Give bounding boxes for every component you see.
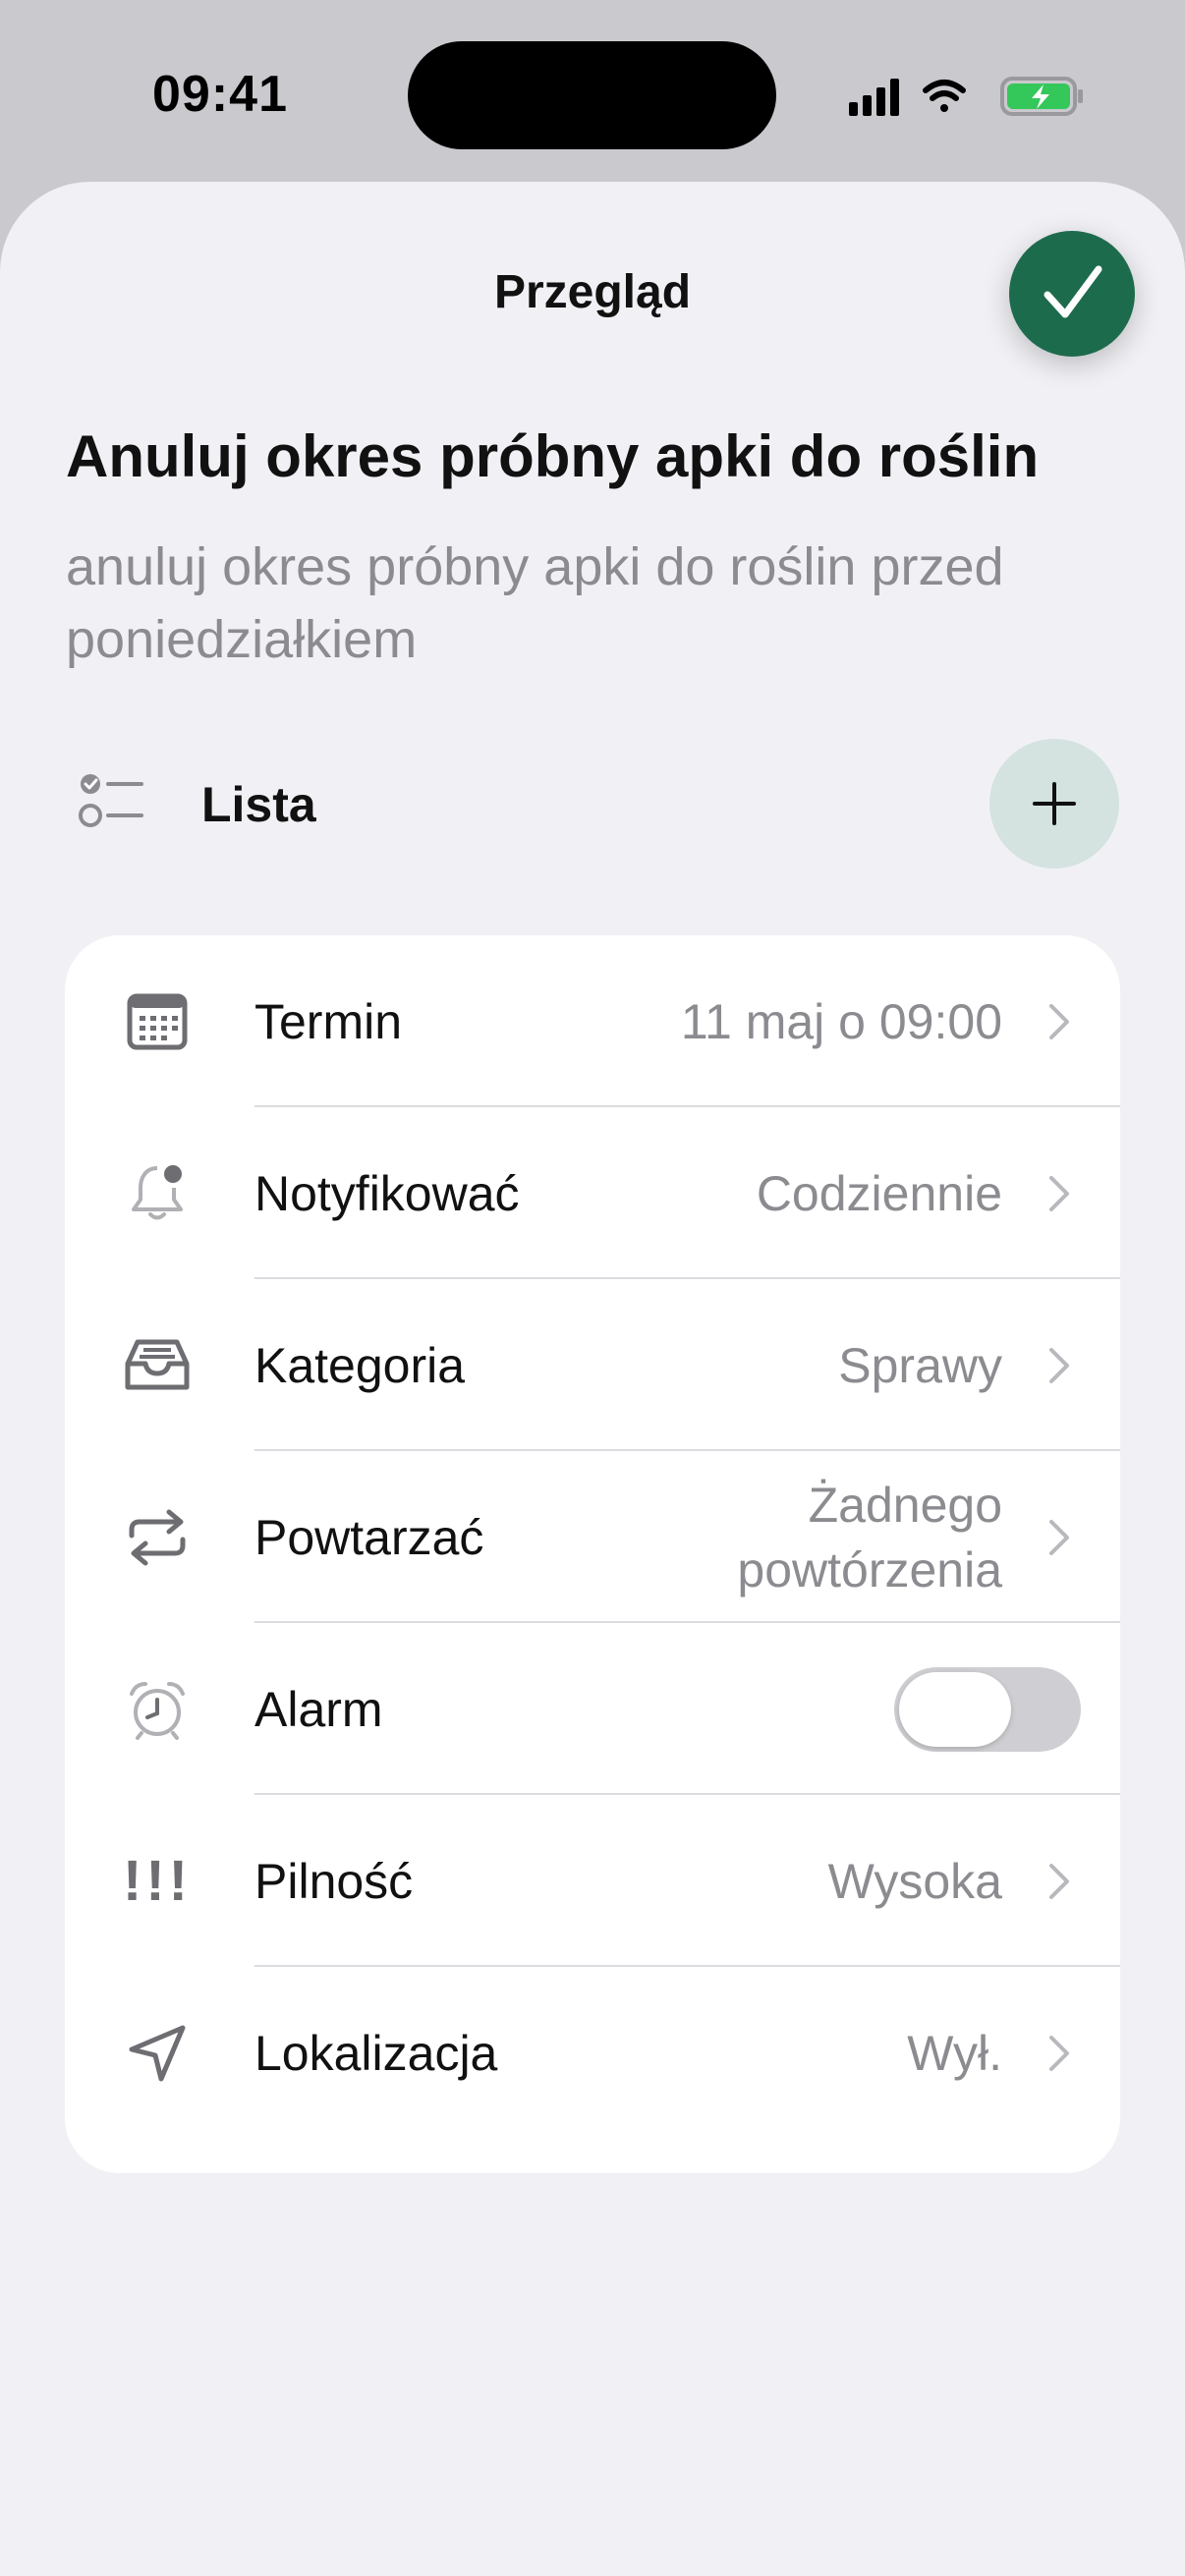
exclamation-icon: !!! bbox=[122, 1846, 193, 1917]
status-icons bbox=[847, 73, 1083, 127]
checkmark-icon bbox=[1044, 265, 1102, 318]
list-row[interactable]: Lista bbox=[0, 727, 1185, 884]
tray-icon bbox=[122, 1330, 193, 1401]
chevron-right-icon bbox=[1049, 1519, 1069, 1555]
list-label: Lista bbox=[201, 777, 316, 832]
chevron-right-icon bbox=[1049, 2035, 1069, 2071]
plus-icon bbox=[1033, 782, 1076, 825]
chevron-right-icon bbox=[1049, 1863, 1069, 1899]
urgency-row[interactable]: !!! Pilność Wysoka bbox=[65, 1795, 1120, 1967]
task-title[interactable]: Anuluj okres próbny apki do roślin bbox=[66, 422, 1127, 490]
category-value: Sprawy bbox=[838, 1337, 1002, 1393]
category-label: Kategoria bbox=[254, 1337, 466, 1393]
add-list-item-button[interactable] bbox=[989, 739, 1119, 868]
alarm-label: Alarm bbox=[254, 1681, 383, 1737]
chevron-right-icon bbox=[1049, 1347, 1069, 1383]
alarm-row: Alarm bbox=[65, 1623, 1120, 1795]
signal-icon bbox=[849, 79, 899, 116]
category-row[interactable]: Kategoria Sprawy bbox=[65, 1279, 1120, 1451]
battery-icon bbox=[1000, 77, 1083, 116]
location-arrow-icon bbox=[122, 2018, 193, 2089]
calendar-icon bbox=[122, 986, 193, 1057]
location-row[interactable]: Lokalizacja Wył. bbox=[65, 1967, 1120, 2139]
repeat-value: Żadnego powtórzenia bbox=[737, 1477, 1002, 1597]
task-settings-card: Termin 11 maj o 09:00 Notyfikować Codzie… bbox=[65, 935, 1120, 2173]
repeat-label: Powtarzać bbox=[254, 1509, 484, 1565]
done-button[interactable] bbox=[1009, 231, 1135, 357]
due-date-label: Termin bbox=[254, 993, 403, 1049]
alarm-clock-icon bbox=[122, 1674, 193, 1745]
urgency-label: Pilność bbox=[254, 1853, 414, 1909]
due-date-row[interactable]: Termin 11 maj o 09:00 bbox=[65, 935, 1120, 1107]
due-date-value: 11 maj o 09:00 bbox=[680, 993, 1002, 1049]
alarm-toggle[interactable] bbox=[894, 1666, 1081, 1752]
repeat-icon bbox=[122, 1502, 193, 1573]
page-title: Przegląd bbox=[493, 266, 692, 318]
wifi-icon bbox=[923, 80, 966, 112]
status-time: 09:41 bbox=[152, 66, 288, 123]
chevron-right-icon bbox=[1049, 1175, 1069, 1211]
notify-row[interactable]: Notyfikować Codziennie bbox=[65, 1107, 1120, 1279]
notify-value: Codziennie bbox=[756, 1165, 1002, 1221]
toggle-knob bbox=[899, 1671, 1011, 1747]
location-label: Lokalizacja bbox=[254, 2025, 498, 2081]
notify-label: Notyfikować bbox=[254, 1165, 520, 1221]
repeat-row[interactable]: Powtarzać Żadnego powtórzenia bbox=[65, 1451, 1120, 1623]
status-bar: 09:41 bbox=[0, 0, 1185, 187]
checklist-icon bbox=[79, 774, 143, 827]
location-value: Wył. bbox=[907, 2025, 1002, 2081]
chevron-right-icon bbox=[1049, 1003, 1069, 1039]
dynamic-island bbox=[408, 41, 776, 149]
task-description[interactable]: anuluj okres próbny apki do roślin przed… bbox=[66, 531, 1127, 676]
urgency-icon-text: !!! bbox=[123, 1849, 192, 1913]
bell-badge-icon bbox=[122, 1158, 193, 1229]
urgency-value: Wysoka bbox=[827, 1853, 1002, 1909]
